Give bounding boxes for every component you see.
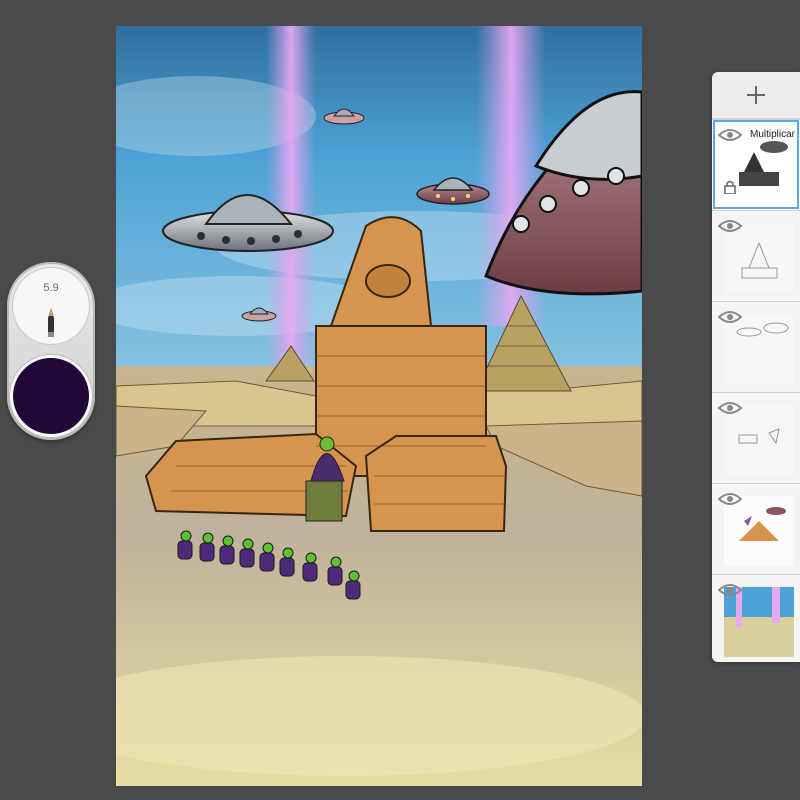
layer-item[interactable]: Multiplicar — [712, 119, 800, 210]
brush-size-button[interactable]: 5.9 — [13, 268, 89, 344]
layer-item[interactable] — [712, 210, 800, 301]
layer-thumbnail — [724, 314, 794, 384]
eye-icon[interactable] — [718, 310, 742, 324]
pen-tip-icon — [48, 308, 54, 337]
eye-icon[interactable] — [718, 219, 742, 233]
eye-icon[interactable] — [718, 128, 742, 142]
brush-size-label: 5.9 — [43, 282, 59, 294]
layer-item[interactable] — [712, 483, 800, 574]
layer-thumbnail — [724, 405, 794, 475]
layer-name: Multiplicar — [750, 129, 796, 140]
eye-icon[interactable] — [718, 492, 742, 506]
color-swatch-button[interactable] — [13, 358, 89, 434]
layer-thumbnail — [724, 587, 794, 657]
layers-panel: Multiplicar — [712, 72, 800, 662]
layer-item[interactable] — [712, 574, 800, 662]
brush-widget: 5.9 — [7, 262, 95, 440]
plus-icon — [747, 86, 765, 104]
add-layer-button[interactable] — [712, 72, 800, 119]
eye-icon[interactable] — [718, 401, 742, 415]
layer-thumbnail — [724, 223, 794, 293]
layer-item[interactable] — [712, 392, 800, 483]
layer-thumbnail — [724, 496, 794, 566]
eye-icon[interactable] — [718, 583, 742, 597]
drawing-canvas[interactable] — [116, 26, 642, 786]
layer-item[interactable] — [712, 301, 800, 392]
lock-icon[interactable] — [724, 180, 736, 194]
artwork — [116, 26, 642, 786]
